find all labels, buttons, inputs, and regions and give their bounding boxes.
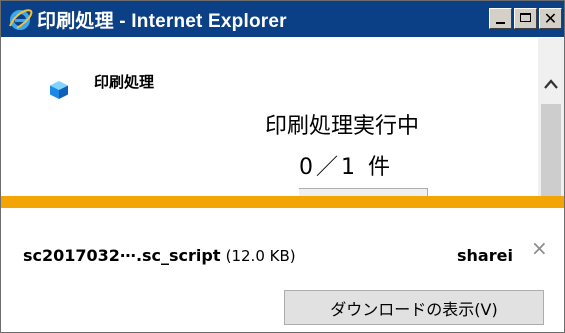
cube-icon bbox=[49, 80, 69, 100]
vertical-scrollbar[interactable] bbox=[538, 38, 564, 196]
window-title: 印刷処理 - Internet Explorer bbox=[37, 10, 287, 32]
close-download-bar-button[interactable]: × bbox=[531, 238, 548, 258]
window-controls: ✕ bbox=[489, 8, 562, 29]
minimize-icon bbox=[496, 22, 505, 24]
scrollbar-thumb[interactable] bbox=[541, 104, 561, 196]
page-content: 印刷処理 印刷処理実行中 0／1 件 bbox=[1, 38, 538, 197]
download-site: sharei bbox=[457, 246, 513, 265]
maximize-icon bbox=[520, 13, 531, 22]
download-file-size: (12.0 KB) bbox=[225, 247, 296, 265]
browser-window: 印刷処理 - Internet Explorer ✕ 印刷処理 印刷処理実行中 … bbox=[0, 0, 565, 333]
close-icon: × bbox=[531, 236, 548, 260]
download-file-name: sc2017032⋯.sc_script bbox=[23, 246, 221, 265]
title-bar[interactable]: 印刷処理 - Internet Explorer ✕ bbox=[1, 1, 564, 37]
view-downloads-button[interactable]: ダウンロードの表示(V) bbox=[284, 290, 544, 325]
internet-explorer-icon bbox=[7, 6, 33, 32]
download-file-info: sc2017032⋯.sc_script (12.0 KB) bbox=[23, 246, 296, 265]
download-notification-bar: sc2017032⋯.sc_script (12.0 KB) sharei × … bbox=[1, 196, 564, 332]
maximize-button[interactable] bbox=[514, 8, 537, 29]
progress-count: 0／1 件 bbox=[299, 155, 393, 180]
close-icon: ✕ bbox=[543, 9, 558, 28]
scroll-up-button[interactable] bbox=[538, 66, 564, 102]
minimize-button[interactable] bbox=[489, 8, 512, 29]
chevron-up-icon bbox=[544, 79, 558, 89]
status-text: 印刷処理実行中 bbox=[265, 114, 420, 139]
page-title: 印刷処理 bbox=[94, 73, 155, 91]
close-window-button[interactable]: ✕ bbox=[539, 8, 562, 29]
